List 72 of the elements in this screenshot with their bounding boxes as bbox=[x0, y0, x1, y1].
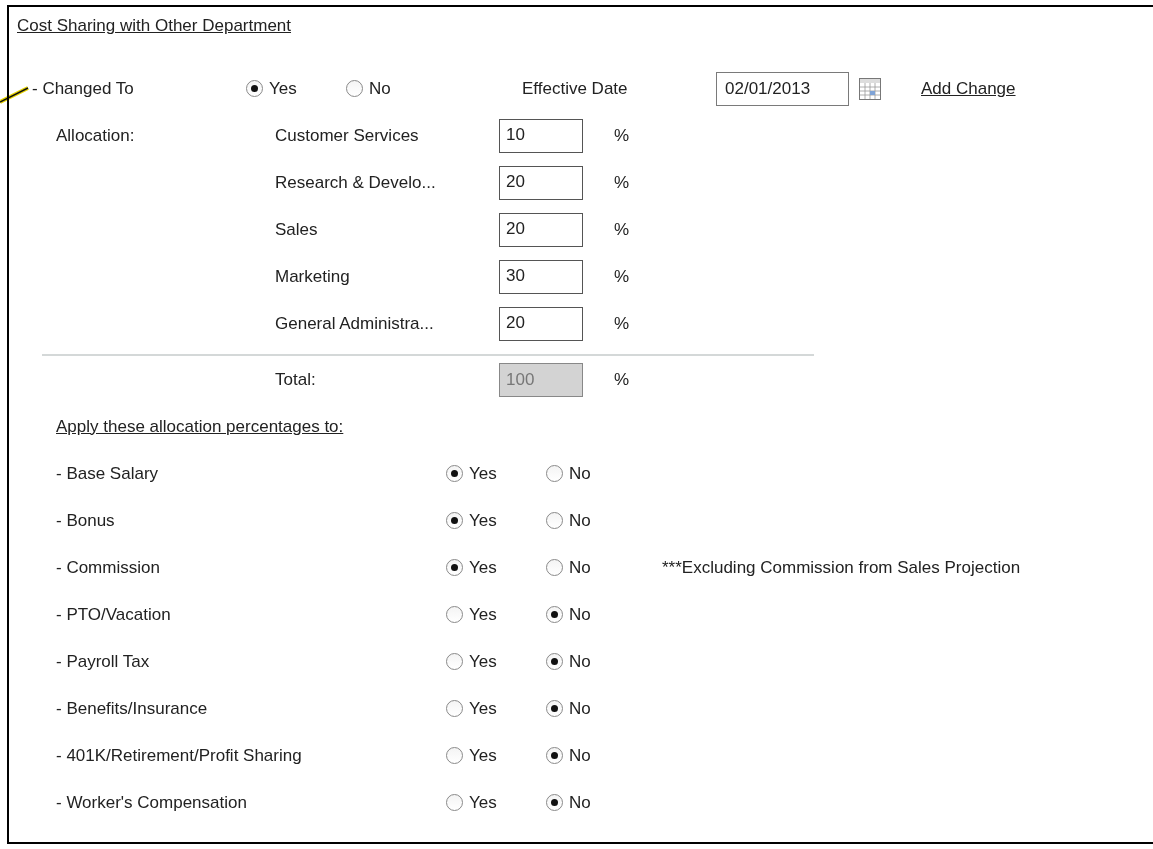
total-field: 100 bbox=[499, 362, 583, 397]
radio-label[interactable]: Yes bbox=[469, 648, 497, 675]
radio-button[interactable] bbox=[546, 512, 563, 529]
percent-unit: % bbox=[614, 312, 630, 335]
percent-field[interactable]: 20 bbox=[499, 306, 583, 341]
radio-label[interactable]: No bbox=[569, 460, 591, 487]
radio-label[interactable]: No bbox=[369, 75, 391, 102]
radio-button[interactable] bbox=[546, 653, 563, 670]
radio-button[interactable] bbox=[546, 606, 563, 623]
radio-button[interactable] bbox=[446, 606, 463, 623]
department-name: Customer Services bbox=[275, 124, 420, 147]
radio-button[interactable] bbox=[446, 465, 463, 482]
radio-label[interactable]: No bbox=[569, 648, 591, 675]
percent-unit: % bbox=[614, 368, 630, 391]
radio-button[interactable] bbox=[546, 747, 563, 764]
radio-label[interactable]: Yes bbox=[469, 695, 497, 722]
date-field[interactable]: 02/01/2013 bbox=[716, 71, 849, 106]
total-label: Total: bbox=[275, 368, 317, 391]
radio-button[interactable] bbox=[446, 512, 463, 529]
radio-label[interactable]: Yes bbox=[469, 554, 497, 581]
department-name: General Administra... bbox=[275, 312, 435, 335]
field-label: Allocation: bbox=[56, 125, 135, 145]
radio-label[interactable]: Yes bbox=[469, 460, 497, 487]
radio-button[interactable] bbox=[446, 559, 463, 576]
percent-unit: % bbox=[614, 124, 630, 147]
item-label: - Base Salary bbox=[55, 462, 160, 485]
department-name: Research & Develo... bbox=[275, 171, 437, 194]
radio-label[interactable]: No bbox=[569, 789, 591, 816]
radio-button[interactable] bbox=[446, 700, 463, 717]
section-heading: Apply these allocation percentages to: bbox=[56, 415, 344, 438]
item-label: - Worker's Compensation bbox=[55, 791, 248, 814]
radio-label[interactable]: Yes bbox=[469, 789, 497, 816]
radio-button[interactable] bbox=[246, 80, 263, 97]
radio-button[interactable] bbox=[546, 794, 563, 811]
calendar-icon[interactable] bbox=[859, 77, 881, 100]
percent-unit: % bbox=[614, 171, 630, 194]
percent-unit: % bbox=[614, 265, 630, 288]
radio-label[interactable]: Yes bbox=[469, 601, 497, 628]
radio-label[interactable]: No bbox=[569, 695, 591, 722]
add-change-link[interactable]: Add Change bbox=[921, 75, 1020, 102]
radio-button[interactable] bbox=[546, 559, 563, 576]
radio-label[interactable]: No bbox=[569, 554, 591, 581]
radio-label[interactable]: Yes bbox=[469, 742, 497, 769]
section-title: Cost Sharing with Other Department bbox=[17, 15, 291, 38]
percent-field[interactable]: 20 bbox=[499, 165, 583, 200]
leader-line bbox=[0, 86, 30, 104]
radio-label[interactable]: Yes bbox=[269, 75, 297, 102]
percent-field[interactable]: 10 bbox=[499, 118, 583, 153]
radio-button[interactable] bbox=[446, 747, 463, 764]
radio-button[interactable] bbox=[546, 465, 563, 482]
item-label: - 401K/Retirement/Profit Sharing bbox=[55, 744, 303, 767]
item-label: - Benefits/Insurance bbox=[55, 697, 209, 720]
radio-button[interactable] bbox=[446, 653, 463, 670]
department-name: Marketing bbox=[275, 265, 351, 288]
item-label: - Bonus bbox=[55, 509, 116, 532]
note-text: ***Excluding Commission from Sales Projection bbox=[662, 556, 1021, 579]
item-label: - PTO/Vacation bbox=[55, 603, 172, 626]
percent-field[interactable]: 30 bbox=[499, 259, 583, 294]
item-label: - Payroll Tax bbox=[55, 650, 151, 673]
field-label: - Changed To bbox=[32, 78, 134, 98]
radio-button[interactable] bbox=[546, 700, 563, 717]
item-label: - Commission bbox=[55, 556, 161, 579]
radio-label[interactable]: No bbox=[569, 507, 591, 534]
radio-button[interactable] bbox=[346, 80, 363, 97]
radio-label[interactable]: No bbox=[569, 742, 591, 769]
field-label: Effective Date bbox=[522, 77, 629, 100]
radio-label[interactable]: Yes bbox=[469, 507, 497, 534]
department-name: Sales bbox=[275, 218, 319, 241]
percent-field[interactable]: 20 bbox=[499, 212, 583, 247]
radio-button[interactable] bbox=[446, 794, 463, 811]
radio-label[interactable]: No bbox=[569, 601, 591, 628]
percent-unit: % bbox=[614, 218, 630, 241]
